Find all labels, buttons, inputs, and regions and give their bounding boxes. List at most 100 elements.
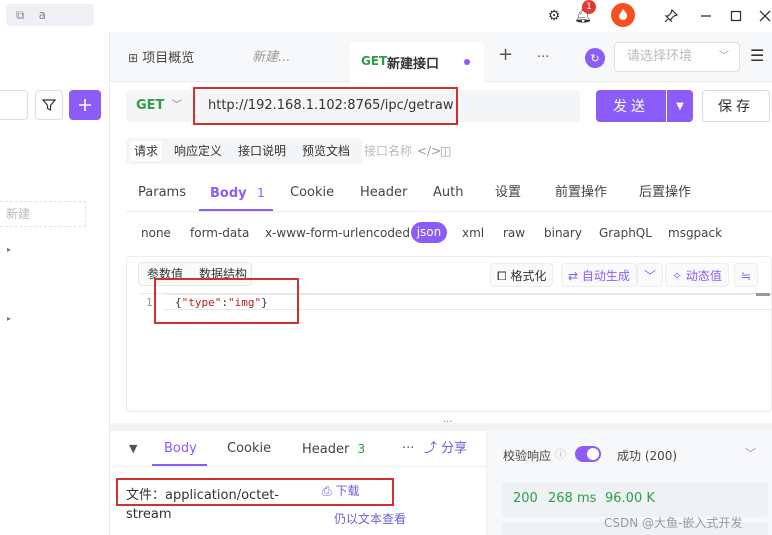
tab-header[interactable]: Header	[360, 182, 407, 204]
validate-result: 成功 (200)	[617, 449, 678, 463]
body-type-msgpack[interactable]: msgpack	[668, 224, 722, 242]
sidebar-search-input[interactable]	[0, 90, 28, 120]
active-tab-indicator	[199, 209, 273, 211]
chevron-down-icon: ﹀	[172, 100, 182, 111]
tab-cookie[interactable]: Cookie	[290, 182, 334, 204]
add-tab-button[interactable]: +	[498, 43, 513, 67]
subtab-request[interactable]: 请求	[130, 141, 163, 161]
response-tab-header[interactable]: Header 3	[302, 438, 365, 460]
maximize-icon[interactable]	[727, 7, 745, 25]
app-window: ⧉ a ⚙ 🔔︎ 1 新建 ▸ ▸ ⊞ 项目概览 新建... GET 新建接口 …	[0, 0, 772, 535]
dynamic-value-label: 动态值	[685, 269, 722, 283]
dynamic-value-button[interactable]: ✧ 动态值	[665, 263, 729, 287]
validate-toggle-knob	[587, 448, 599, 460]
split-view-icon[interactable]: ◫	[436, 141, 455, 161]
tab-body-badge: 1	[257, 186, 265, 200]
sidebar-new-item[interactable]: 新建	[0, 201, 86, 227]
wrap-icon[interactable]: ≒	[734, 263, 759, 287]
subtab-preview-doc[interactable]: 预览文档	[298, 141, 354, 161]
body-type-raw[interactable]: raw	[503, 224, 525, 242]
param-tabs-divider	[126, 211, 772, 212]
filter-button[interactable]	[35, 90, 63, 120]
copy-icon: ⧉	[16, 7, 25, 22]
caret-right-icon[interactable]: ▸	[7, 314, 11, 323]
avatar[interactable]	[611, 3, 635, 27]
autogen-button-label: 自动生成	[581, 269, 630, 283]
environment-icon[interactable]: ↻	[585, 48, 605, 68]
tab-params[interactable]: Params	[138, 182, 186, 204]
tab-active[interactable]: GET 新建接口	[350, 42, 484, 83]
collapse-response-icon[interactable]: ▼	[129, 438, 137, 460]
tab-post-operation[interactable]: 后置操作	[639, 182, 691, 204]
format-icon: ⧠	[497, 269, 507, 283]
annotation-box-url	[193, 87, 458, 125]
response-tab-body[interactable]: Body	[164, 438, 197, 460]
body-type-urlencoded[interactable]: x-www-form-urlencoded	[265, 224, 410, 242]
chevron-down-icon: ▼	[676, 100, 684, 112]
download-link[interactable]: ⎙ 下载	[322, 482, 359, 499]
tab-pre-operation[interactable]: 前置操作	[555, 182, 607, 204]
status-code: 200	[513, 491, 538, 506]
tab-active-method: GET	[361, 54, 388, 68]
body-type-form-data[interactable]: form-data	[190, 224, 249, 242]
tab-settings[interactable]: 设置	[495, 182, 521, 204]
add-button[interactable]	[69, 90, 101, 120]
unsaved-dot	[464, 59, 470, 65]
response-header-badge: 3	[357, 442, 366, 456]
autogen-icon: ⇄	[568, 269, 579, 283]
window-tabs[interactable]: ⧉ a	[6, 4, 94, 26]
tab-bar: ⊞ 项目概览 新建... GET 新建接口 + ··· ↻ 请选择环境 ﹀ ☰	[110, 32, 772, 83]
tab-overview-label: 项目概览	[142, 51, 195, 66]
panel-resizer[interactable]: ···	[110, 417, 772, 431]
flame-icon	[619, 9, 627, 20]
save-button[interactable]: 保存	[702, 90, 770, 122]
subtab-response-definition[interactable]: 响应定义	[170, 141, 226, 161]
scrollbar-thumb[interactable]	[756, 293, 770, 296]
close-icon[interactable]	[756, 7, 772, 25]
gear-icon[interactable]: ⚙	[545, 7, 563, 25]
response-tab-header-label: Header	[302, 442, 350, 457]
send-button[interactable]: 发送	[596, 90, 666, 122]
window-tab-label: a	[38, 8, 46, 22]
environment-placeholder: 请选择环境	[627, 49, 693, 64]
body-type-binary[interactable]: binary	[544, 224, 582, 242]
response-time: 268 ms	[548, 491, 597, 506]
line-number: 1	[146, 296, 153, 309]
send-dropdown-button[interactable]: ▼	[667, 90, 693, 122]
share-button[interactable]: ⤴ 分享	[424, 438, 467, 460]
validate-label: 校验响应	[503, 449, 552, 463]
more-tabs-button[interactable]: ···	[537, 46, 549, 70]
autogen-dropdown[interactable]: ﹀	[637, 263, 664, 287]
chevron-down-icon: ﹀	[644, 269, 657, 283]
caret-right-icon[interactable]: ▸	[7, 245, 11, 254]
filter-icon	[42, 99, 56, 111]
help-icon[interactable]: ⓘ	[555, 446, 566, 462]
body-type-xml[interactable]: xml	[462, 224, 484, 242]
magic-wand-icon: ✧	[672, 269, 683, 283]
tab-draft[interactable]: 新建...	[252, 46, 290, 70]
tab-body[interactable]: Body 1	[210, 182, 265, 204]
download-label: 下载	[335, 484, 360, 498]
response-stats: 200 268 ms 96.00 K	[502, 482, 768, 517]
minimize-icon[interactable]	[697, 7, 715, 25]
share-icon: ⤴	[424, 441, 438, 456]
subtab-api-description[interactable]: 接口说明	[234, 141, 290, 161]
tab-overview[interactable]: ⊞ 项目概览	[128, 46, 194, 70]
body-type-none[interactable]: none	[141, 224, 171, 242]
menu-icon[interactable]: ☰	[750, 44, 764, 68]
autogen-button[interactable]: ⇄ 自动生成	[561, 263, 637, 287]
pin-icon[interactable]	[662, 7, 680, 25]
method-label: GET	[136, 98, 165, 113]
response-tab-cookie[interactable]: Cookie	[227, 438, 271, 460]
body-type-json[interactable]: json	[411, 222, 447, 243]
response-more-button[interactable]: ···	[402, 438, 414, 460]
view-as-text-link[interactable]: 仍以文本查看	[334, 510, 406, 527]
chevron-down-icon[interactable]: ﹀	[745, 445, 756, 461]
api-name-input[interactable]: 接口名称	[360, 141, 416, 161]
format-button-label: 格式化	[510, 269, 547, 283]
method-select[interactable]: GET ﹀	[126, 90, 194, 122]
environment-select[interactable]: 请选择环境 ﹀	[614, 42, 740, 72]
body-type-graphql[interactable]: GraphQL	[599, 224, 652, 242]
tab-auth[interactable]: Auth	[433, 182, 463, 204]
format-button[interactable]: ⧠ 格式化	[490, 263, 554, 287]
